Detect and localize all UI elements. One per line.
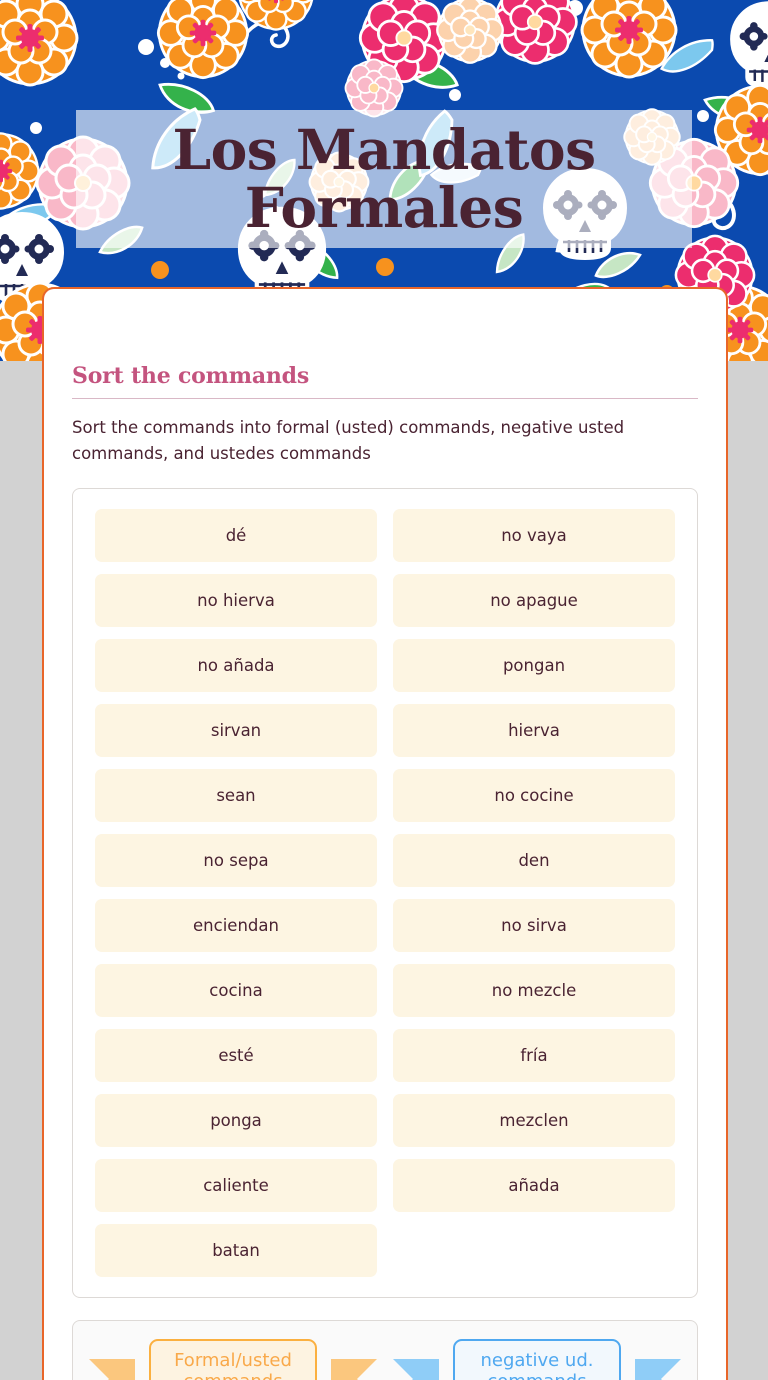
word-tile-label[interactable]: mezclen [393,1094,675,1148]
word-tile-label[interactable]: no añada [95,639,377,693]
word-tile[interactable]: no sepa [87,828,385,893]
word-tile-label[interactable]: no sepa [95,834,377,888]
ribbon-tail-right [635,1359,681,1380]
word-tile[interactable]: no hierva [87,568,385,633]
drop-zone-label: negative ud. commands [453,1339,621,1380]
word-tile-label[interactable]: cocina [95,964,377,1018]
word-tile[interactable]: enciendan [87,893,385,958]
word-tile[interactable]: ponga [87,1088,385,1153]
word-tile[interactable]: no sirva [385,893,683,958]
word-tile[interactable]: no cocine [385,763,683,828]
word-tile[interactable]: cocina [87,958,385,1023]
word-tile[interactable]: no apague [385,568,683,633]
instructions-text: Sort the commands into formal (usted) co… [72,418,625,463]
word-tile[interactable]: añada [385,1153,683,1218]
word-tile-label[interactable]: hierva [393,704,675,758]
word-tile[interactable]: sean [87,763,385,828]
word-tile-label[interactable]: caliente [95,1159,377,1213]
word-tile[interactable]: pongan [385,633,683,698]
word-tile-label[interactable]: den [393,834,675,888]
word-tile-label[interactable]: no cocine [393,769,675,823]
drop-zone[interactable]: negative ud. commands [391,1339,683,1380]
word-tile-pool: dé no vaya no hierva no apague no añada ponga… [72,488,698,1299]
section-heading: Sort the commands [72,363,310,389]
page-title-line-2: Formales [244,175,524,240]
word-tile-label[interactable]: enciendan [95,899,377,953]
word-tile-label[interactable]: no hierva [95,574,377,628]
word-tile[interactable]: fría [385,1023,683,1088]
word-tile-label[interactable]: esté [95,1029,377,1083]
word-tile-label[interactable]: no apague [393,574,675,628]
word-tile-label[interactable]: pongan [393,639,675,693]
word-tile[interactable]: caliente [87,1153,385,1218]
page-title: Los Mandatos Formales [172,120,596,240]
drop-zone-label: Formal/usted commands [149,1339,317,1380]
word-tile[interactable]: no vaya [385,503,683,568]
word-tile[interactable]: batan [87,1218,385,1283]
drop-zone-ribbon: negative ud. commands [391,1339,683,1380]
word-tile[interactable]: den [385,828,683,893]
page-title-line-1: Los Mandatos [172,116,596,182]
worksheet-card: Sort the commands Sort the commands into… [42,287,728,1380]
word-tile-label[interactable]: sean [95,769,377,823]
word-tile-label[interactable]: fría [393,1029,675,1083]
word-tile[interactable]: mezclen [385,1088,683,1153]
word-tile[interactable]: esté [87,1023,385,1088]
word-tile-label[interactable]: añada [393,1159,675,1213]
word-tile[interactable]: no mezcle [385,958,683,1023]
word-tile[interactable]: hierva [385,698,683,763]
drop-zone-ribbon: Formal/usted commands [87,1339,379,1380]
word-tile-label[interactable]: ponga [95,1094,377,1148]
word-tile-label[interactable]: no mezcle [393,964,675,1018]
ribbon-tail-right [331,1359,377,1380]
word-tile-label[interactable]: no vaya [393,509,675,563]
word-tile[interactable]: dé [87,503,385,568]
drop-zone[interactable]: Formal/usted commands [87,1339,379,1380]
word-tile-label[interactable]: no sirva [393,899,675,953]
word-tile-label[interactable]: sirvan [95,704,377,758]
heading-divider [72,398,698,399]
word-tile-label[interactable]: batan [95,1224,377,1278]
page-title-banner: Los Mandatos Formales [76,110,692,248]
drop-zone-area: Formal/usted commands negative ud. comman… [72,1320,698,1380]
word-tile[interactable]: sirvan [87,698,385,763]
ribbon-tail-left [89,1359,135,1380]
word-tile-label[interactable]: dé [95,509,377,563]
word-tile[interactable]: no añada [87,633,385,698]
ribbon-tail-left [393,1359,439,1380]
